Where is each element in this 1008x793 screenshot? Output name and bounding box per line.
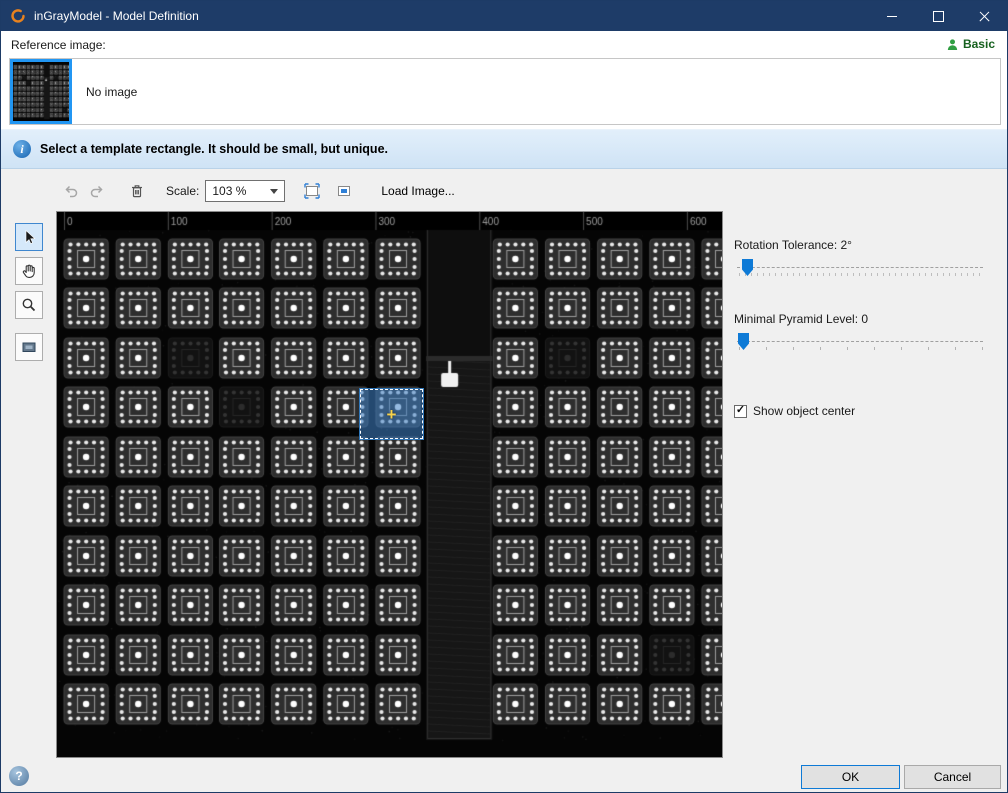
no-image-label: No image [86,85,137,99]
viewer-toolbar: Scale: 103 % Load Image... [58,178,463,204]
rotation-tolerance-label: Rotation Tolerance: 2° [734,238,852,252]
info-icon: i [13,140,31,158]
rectangle-icon [20,338,38,356]
window-title: inGrayModel - Model Definition [34,9,199,23]
undo-icon [63,183,79,199]
help-button[interactable]: ? [9,766,29,786]
zoom-tool-button[interactable] [15,291,43,319]
reference-thumbnail-image [13,62,69,121]
slider-ticks [739,273,983,276]
rectangle-tool-button[interactable] [15,333,43,361]
app-logo-icon [10,8,26,24]
cancel-button[interactable]: Cancel [904,765,1001,789]
mode-selector-basic[interactable]: Basic [946,37,995,51]
chevron-down-icon [270,189,278,194]
delete-selection-button[interactable] [124,178,150,204]
hand-icon [20,262,38,280]
mode-label: Basic [963,37,995,51]
help-icon: ? [15,769,22,783]
ok-button[interactable]: OK [801,765,900,789]
select-tool-button[interactable] [15,223,43,251]
window-controls [869,1,1007,31]
slider-track[interactable] [737,341,983,342]
actual-size-button[interactable] [331,179,357,203]
viewer-canvas[interactable] [57,212,722,757]
image-viewer: + [56,211,723,758]
tool-palette [15,223,45,367]
trash-icon [129,183,145,199]
checkbox-box[interactable]: ✓ [734,405,747,418]
rotation-tolerance-slider[interactable] [737,257,983,279]
titlebar[interactable]: inGrayModel - Model Definition [1,1,1007,31]
checkmark-icon: ✓ [736,405,745,416]
selection-center-crosshair-icon: + [387,406,397,423]
undo-button[interactable] [58,178,84,204]
slider-track[interactable] [737,267,983,268]
close-button[interactable] [961,1,1007,31]
pan-tool-button[interactable] [15,257,43,285]
reference-image-panel: No image [9,58,1001,125]
info-message: Select a template rectangle. It should b… [40,142,388,156]
scale-combobox[interactable]: 103 % [205,180,285,202]
cursor-arrow-icon [20,228,38,246]
fit-to-window-icon [304,183,320,199]
show-object-center-checkbox[interactable]: ✓ Show object center [734,404,855,418]
redo-icon [89,183,105,199]
reference-image-label: Reference image: [11,38,106,52]
maximize-icon [933,11,944,22]
pyramid-level-slider[interactable] [737,331,983,353]
minimize-icon [887,16,897,17]
redo-button[interactable] [84,178,110,204]
model-definition-dialog: inGrayModel - Model Definition Reference… [0,0,1008,793]
pyramid-level-label: Minimal Pyramid Level: 0 [734,312,868,326]
load-image-button[interactable]: Load Image... [373,179,462,203]
magnifier-icon [20,296,38,314]
minimize-button[interactable] [869,1,915,31]
fit-to-window-button[interactable] [299,179,325,203]
load-image-label: Load Image... [381,184,454,198]
scale-value: 103 % [212,184,246,198]
user-icon [946,38,959,51]
header: Reference image: Basic No image [1,31,1007,129]
maximize-button[interactable] [915,1,961,31]
slider-ticks [739,347,983,350]
reference-thumbnail[interactable] [10,59,72,124]
template-selection-rect[interactable]: + [360,389,423,439]
scale-label: Scale: [166,184,199,198]
show-object-center-label: Show object center [753,404,855,418]
close-icon [978,10,991,23]
actual-size-icon [336,183,352,199]
info-bar: i Select a template rectangle. It should… [1,129,1007,169]
